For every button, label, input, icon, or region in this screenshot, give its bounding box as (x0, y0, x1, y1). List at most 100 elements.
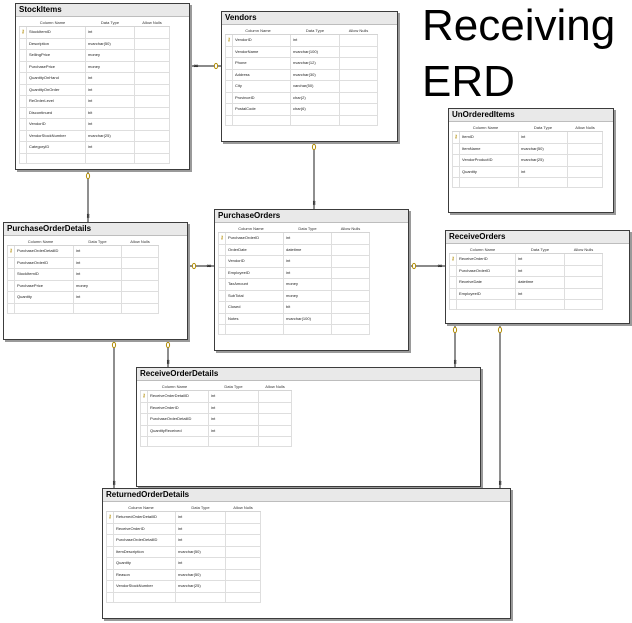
allow-nulls-checkbox[interactable] (339, 57, 378, 70)
allow-nulls-checkbox[interactable] (564, 264, 603, 277)
allow-nulls-checkbox[interactable] (339, 34, 378, 47)
allow-nulls-checkbox[interactable] (121, 279, 159, 292)
allow-nulls-checkbox[interactable] (339, 68, 378, 81)
allow-nulls-checkbox[interactable] (225, 580, 261, 593)
column-row[interactable]: PurchasePrice money (19, 60, 170, 73)
table-receive-order-details[interactable]: ReceiveOrderDetails Column Name Data Type A… (136, 367, 481, 487)
allow-nulls-checkbox[interactable] (121, 245, 159, 258)
allow-nulls-checkbox[interactable] (134, 141, 170, 154)
allow-nulls-checkbox[interactable] (567, 165, 603, 178)
column-row[interactable]: Notes nvarchar(100) (218, 312, 370, 325)
column-row[interactable]: ⚷ ReturnedOrderDetailID int (106, 511, 261, 524)
column-row[interactable]: ItemDescription nvarchar(50) (106, 545, 261, 558)
table-unordered-items[interactable]: UnOrderedItems Column Name Data Type Allow … (448, 108, 614, 213)
column-row[interactable]: ProvinceID char(2) (225, 91, 378, 104)
table-purchase-orders[interactable]: PurchaseOrders Column Name Data Type Allow … (214, 209, 409, 351)
column-row[interactable]: ⚷ ReceiveOrderDetailID int (140, 390, 292, 403)
allow-nulls-checkbox[interactable] (564, 287, 603, 300)
allow-nulls-checkbox[interactable] (331, 243, 370, 256)
allow-nulls-checkbox[interactable] (564, 276, 603, 289)
new-column-row[interactable] (452, 177, 603, 188)
column-row[interactable]: ⚷ ItemID int (452, 131, 603, 144)
allow-nulls-checkbox[interactable] (331, 278, 370, 291)
table-purchase-order-details[interactable]: PurchaseOrderDetails Column Name Data Type… (3, 222, 188, 340)
allow-nulls-checkbox[interactable] (134, 26, 170, 39)
column-row[interactable]: ReOrderLevel int (19, 95, 170, 108)
allow-nulls-checkbox[interactable] (567, 154, 603, 167)
new-column-row[interactable] (449, 299, 603, 310)
table-stock-items[interactable]: StockItems Column Name Data Type Allow Null… (15, 3, 190, 170)
allow-nulls-checkbox[interactable] (134, 60, 170, 73)
column-row[interactable]: StockItemID int (7, 268, 159, 281)
allow-nulls-checkbox[interactable] (339, 103, 378, 116)
allow-nulls-checkbox[interactable] (225, 545, 261, 558)
column-row[interactable]: PurchaseOrderID int (449, 264, 603, 277)
allow-nulls-checkbox[interactable] (331, 289, 370, 302)
column-row[interactable]: Quantity int (7, 291, 159, 304)
column-row[interactable]: Address nvarchar(30) (225, 68, 378, 81)
column-row[interactable]: Reason nvarchar(50) (106, 568, 261, 581)
column-row[interactable]: Description nvarchar(50) (19, 37, 170, 50)
column-row[interactable]: Discontinued bit (19, 106, 170, 119)
table-receive-orders[interactable]: ReceiveOrders Column Name Data Type Allow N… (445, 230, 630, 324)
column-row[interactable]: EmployeeID int (218, 266, 370, 279)
column-row[interactable]: ReceiveOrderID int (106, 522, 261, 535)
allow-nulls-checkbox[interactable] (225, 522, 261, 535)
allow-nulls-checkbox[interactable] (225, 534, 261, 547)
new-column-row[interactable] (19, 152, 170, 164)
allow-nulls-checkbox[interactable] (134, 106, 170, 119)
column-row[interactable]: PurchasePrice money (7, 279, 159, 292)
column-row[interactable]: Phone nvarchar(12) (225, 57, 378, 70)
allow-nulls-checkbox[interactable] (121, 291, 159, 304)
new-column-row[interactable] (218, 324, 370, 335)
column-row[interactable]: ReceiveDate datetime (449, 276, 603, 289)
allow-nulls-checkbox[interactable] (331, 232, 370, 245)
column-row[interactable]: ⚷ PurchaseOrderID int (218, 232, 370, 245)
allow-nulls-checkbox[interactable] (134, 129, 170, 142)
new-column-row[interactable] (7, 302, 159, 314)
column-row[interactable]: Quantity int (452, 165, 603, 178)
column-row[interactable]: TaxAmount money (218, 278, 370, 291)
column-row[interactable]: PurchaseOrderDetailID int (140, 413, 292, 426)
column-row[interactable]: SubTotal money (218, 289, 370, 302)
column-row[interactable]: VendorProductID nvarchar(25) (452, 154, 603, 167)
column-row[interactable]: ItemName nvarchar(50) (452, 142, 603, 155)
column-row[interactable]: PurchaseOrderDetailID int (106, 534, 261, 547)
column-row[interactable]: City varchar(50) (225, 80, 378, 93)
allow-nulls-checkbox[interactable] (121, 268, 159, 281)
column-row[interactable]: VendorID int (19, 118, 170, 131)
column-row[interactable]: VendorName nvarchar(100) (225, 45, 378, 58)
allow-nulls-checkbox[interactable] (225, 511, 261, 524)
allow-nulls-checkbox[interactable] (121, 256, 159, 269)
column-row[interactable]: PostalCode char(6) (225, 103, 378, 116)
allow-nulls-checkbox[interactable] (134, 118, 170, 131)
column-row[interactable]: VendorID int (218, 255, 370, 268)
allow-nulls-checkbox[interactable] (567, 131, 603, 144)
column-row[interactable]: OrderDate datetime (218, 243, 370, 256)
allow-nulls-checkbox[interactable] (258, 424, 292, 437)
allow-nulls-checkbox[interactable] (331, 301, 370, 314)
column-row[interactable]: CategoryID int (19, 141, 170, 154)
allow-nulls-checkbox[interactable] (134, 49, 170, 62)
allow-nulls-checkbox[interactable] (258, 390, 292, 403)
allow-nulls-checkbox[interactable] (225, 557, 261, 570)
allow-nulls-checkbox[interactable] (225, 568, 261, 581)
column-row[interactable]: ⚷ ReceiveOrderID int (449, 253, 603, 266)
column-row[interactable]: ⚷ VendorID int (225, 34, 378, 47)
column-row[interactable]: ReceiveOrderID int (140, 401, 292, 414)
allow-nulls-checkbox[interactable] (134, 37, 170, 50)
column-row[interactable]: VendorStockNumber nvarchar(25) (19, 129, 170, 142)
allow-nulls-checkbox[interactable] (331, 312, 370, 325)
column-row[interactable]: Quantity int (106, 557, 261, 570)
allow-nulls-checkbox[interactable] (564, 253, 603, 266)
allow-nulls-checkbox[interactable] (339, 45, 378, 58)
allow-nulls-checkbox[interactable] (331, 266, 370, 279)
column-row[interactable]: VendorStockNumber nvarchar(25) (106, 580, 261, 593)
table-vendors[interactable]: Vendors Column Name Data Type Allow Nulls ⚷ V… (221, 11, 398, 142)
allow-nulls-checkbox[interactable] (134, 72, 170, 85)
column-row[interactable]: Closed bit (218, 301, 370, 314)
column-row[interactable]: QuantityOnOrder int (19, 83, 170, 96)
column-row[interactable]: ⚷ StockItemID int (19, 26, 170, 39)
allow-nulls-checkbox[interactable] (258, 401, 292, 414)
allow-nulls-checkbox[interactable] (339, 80, 378, 93)
